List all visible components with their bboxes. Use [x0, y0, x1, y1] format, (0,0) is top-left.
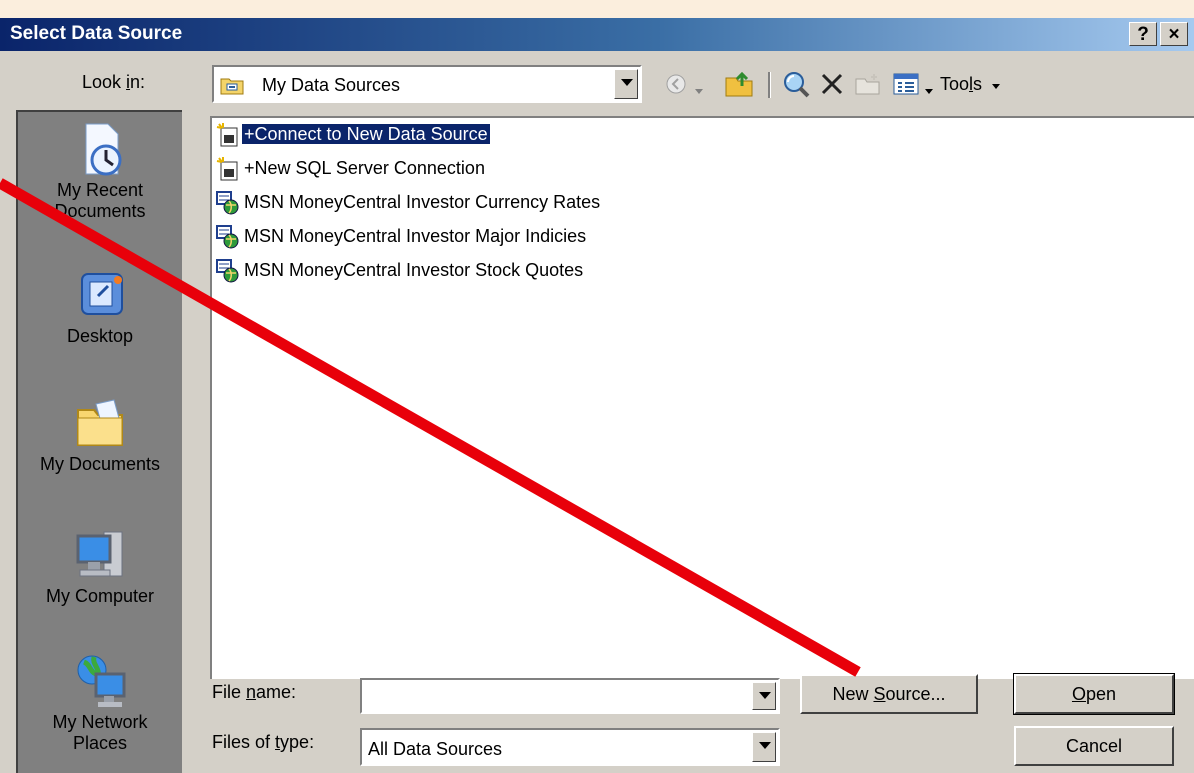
network-places-icon [70, 652, 130, 712]
files-of-type-dropdown-button[interactable] [752, 732, 776, 762]
cancel-button[interactable]: Cancel [1014, 726, 1174, 766]
new-source-button[interactable]: New Source... [800, 674, 978, 714]
views-dropdown-icon[interactable] [924, 80, 934, 104]
file-name-text: MSN MoneyCentral Investor Currency Rates [244, 192, 601, 212]
title-bar[interactable]: Select Data Source ? × [0, 18, 1194, 51]
places-label: My Network [52, 712, 148, 732]
web-query-icon [216, 259, 240, 283]
new-connection-icon [216, 123, 240, 147]
desktop-icon [70, 266, 130, 326]
look-in-label: Look in: [82, 72, 146, 92]
toolbar-separator [768, 72, 771, 98]
places-label: Places [72, 733, 128, 753]
file-name-label: File name: [212, 682, 297, 702]
select-data-source-dialog: Select Data Source ? × Look in: My Data … [0, 18, 1194, 773]
file-list[interactable]: +Connect to New Data Source +New SQL Ser… [210, 116, 1194, 679]
data-sources-folder-icon [220, 75, 244, 95]
file-name-text: MSN MoneyCentral Investor Major Indicies [244, 226, 587, 246]
places-label: Desktop [66, 326, 134, 346]
places-item-my-computer[interactable]: My Computer [18, 526, 182, 607]
look-in-dropdown-button[interactable] [614, 69, 638, 99]
search-web-icon[interactable] [782, 70, 812, 98]
help-button[interactable]: ? [1129, 22, 1157, 46]
list-item[interactable]: +Connect to New Data Source [216, 120, 491, 148]
new-folder-icon[interactable] [854, 72, 882, 96]
look-in-combo[interactable]: My Data Sources [212, 65, 642, 103]
file-name-text: MSN MoneyCentral Investor Stock Quotes [244, 260, 584, 280]
file-name-dropdown-button[interactable] [752, 682, 776, 710]
open-button[interactable]: Open [1013, 673, 1175, 715]
web-query-icon [216, 191, 240, 215]
look-in-value: My Data Sources [262, 75, 401, 95]
list-item[interactable]: MSN MoneyCentral Investor Currency Rates [216, 188, 602, 216]
places-item-my-documents[interactable]: My Documents [18, 394, 182, 475]
web-query-icon [216, 225, 240, 249]
up-one-level-icon[interactable] [724, 70, 754, 97]
my-documents-icon [70, 394, 130, 454]
list-item[interactable]: MSN MoneyCentral Investor Stock Quotes [216, 256, 585, 284]
files-of-type-combo[interactable]: All Data Sources [360, 728, 780, 766]
list-item[interactable]: MSN MoneyCentral Investor Major Indicies [216, 222, 588, 250]
views-icon[interactable] [893, 72, 919, 96]
file-name-text: +New SQL Server Connection [244, 158, 485, 178]
recent-documents-icon [70, 120, 130, 180]
places-label: My Recent [56, 180, 144, 200]
list-item[interactable]: +New SQL Server Connection [216, 154, 487, 182]
places-item-desktop[interactable]: Desktop [18, 266, 182, 347]
close-button[interactable]: × [1160, 22, 1188, 46]
file-name-combo[interactable] [360, 678, 780, 714]
delete-icon[interactable] [820, 72, 844, 96]
back-dropdown-icon[interactable] [694, 80, 704, 104]
tools-menu[interactable]: Tools [940, 74, 1001, 96]
file-name-text: +Connect to New Data Source [241, 123, 491, 145]
tools-dropdown-icon [991, 75, 1001, 96]
places-label: Documents [54, 201, 146, 221]
my-computer-icon [70, 526, 130, 586]
places-bar: My Recent Documents Desktop My Documents… [16, 110, 182, 773]
places-label: My Computer [45, 586, 155, 606]
back-icon[interactable] [664, 72, 688, 96]
dialog-title: Select Data Source [10, 23, 183, 44]
files-of-type-label: Files of type: [212, 732, 315, 752]
files-of-type-value: All Data Sources [368, 739, 503, 759]
places-label: My Documents [39, 454, 161, 474]
places-item-my-network-places[interactable]: My Network Places [18, 652, 182, 754]
places-item-my-recent-documents[interactable]: My Recent Documents [18, 120, 182, 222]
new-connection-icon [216, 157, 240, 181]
